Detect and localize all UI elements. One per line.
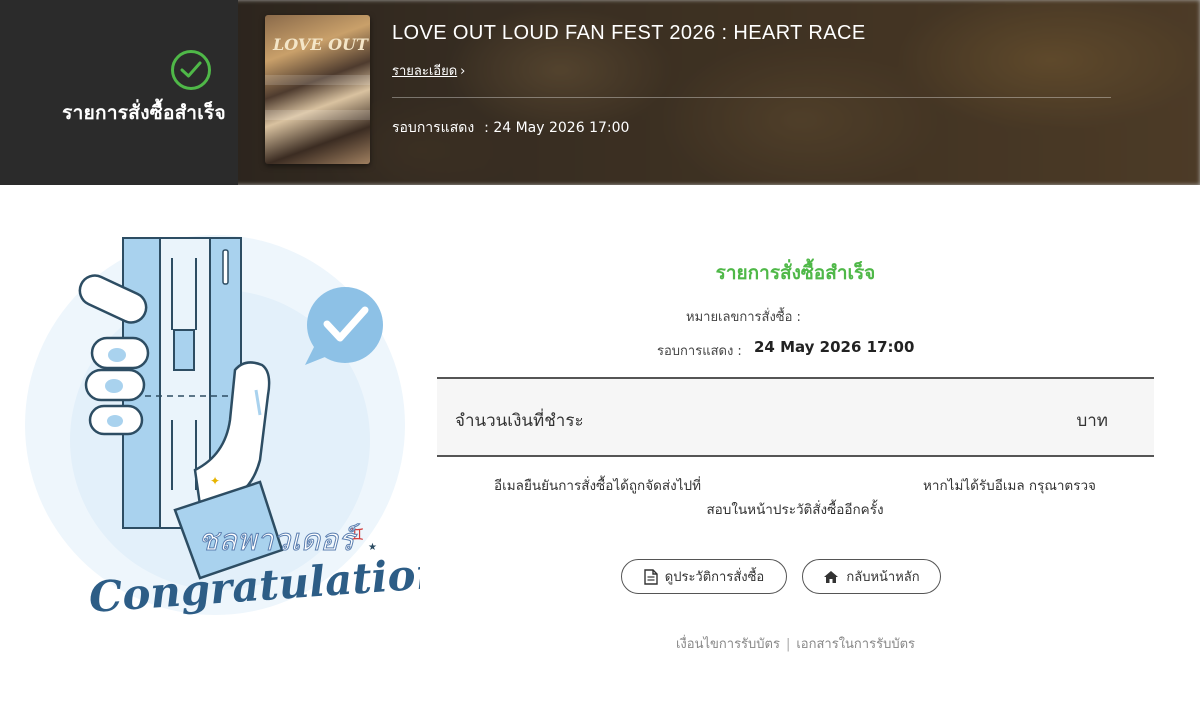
amount-paid-box: จำนวนเงินที่ชำระ บาท	[437, 377, 1154, 457]
chevron-right-icon: ›	[460, 64, 466, 79]
event-detail-link[interactable]: รายละเอียด ›	[392, 60, 465, 81]
event-detail-label: รายละเอียด	[392, 64, 458, 79]
amount-currency-unit: บาท	[1076, 411, 1108, 431]
banner-showtime-label: รอบการแสดง	[392, 120, 475, 136]
banner-divider	[392, 97, 1111, 98]
footer-links: เงื่อนไขการรับบัตร | เอกสารในการรับบัตร	[675, 637, 915, 652]
event-title: LOVE OUT LOUD FAN FEST 2026 : HEART RACE	[392, 22, 866, 44]
document-icon	[644, 568, 658, 585]
check-circle-icon	[171, 50, 211, 90]
banner-showtime: รอบการแสดง : 24 May 2026 17:00	[392, 117, 629, 139]
congratulations-illustration: ✦ ♊ ★ ชลพาวเดอร์ Congratulations	[20, 220, 420, 640]
order-number-label: หมายเลขการสั่งซื้อ :	[686, 310, 801, 325]
ticket-terms-link[interactable]: เงื่อนไขการรับบัตร	[676, 637, 780, 652]
back-home-label: กลับหน้าหลัก	[846, 570, 920, 585]
amount-paid-label: จำนวนเงินที่ชำระ	[455, 411, 584, 431]
home-icon	[824, 570, 839, 583]
page-title: รายการสั่งซื้อสำเร็จ	[715, 262, 876, 284]
showtime-value: 24 May 2026 17:00	[754, 338, 915, 356]
banner-showtime-value: : 24 May 2026 17:00	[484, 120, 630, 136]
showtime-label: รอบการแสดง :	[657, 344, 742, 359]
poster-title: LOVE OUT	[273, 35, 368, 54]
event-poster: LOVE OUT	[265, 15, 370, 164]
illustration-overlay-text: ชลพาวเดอร์	[198, 523, 360, 558]
banner-status-panel: รายการสั่งซื้อสำเร็จ	[0, 0, 238, 185]
banner-status-text: รายการสั่งซื้อสำเร็จ	[62, 102, 226, 124]
purchase-history-button[interactable]: ดูประวัติการสั่งซื้อ	[621, 559, 787, 594]
email-confirmation-note: อีเมลยืนยันการสั่งซื้อได้ถูกจัดส่งไปที่ห…	[494, 478, 1096, 518]
order-success-banner: รายการสั่งซื้อสำเร็จ LOVE OUT LOVE OUT L…	[0, 0, 1200, 185]
ticket-documents-link[interactable]: เอกสารในการรับบัตร	[796, 637, 915, 652]
purchase-history-label: ดูประวัติการสั่งซื้อ	[664, 570, 765, 585]
back-home-button[interactable]: กลับหน้าหลัก	[802, 559, 941, 594]
